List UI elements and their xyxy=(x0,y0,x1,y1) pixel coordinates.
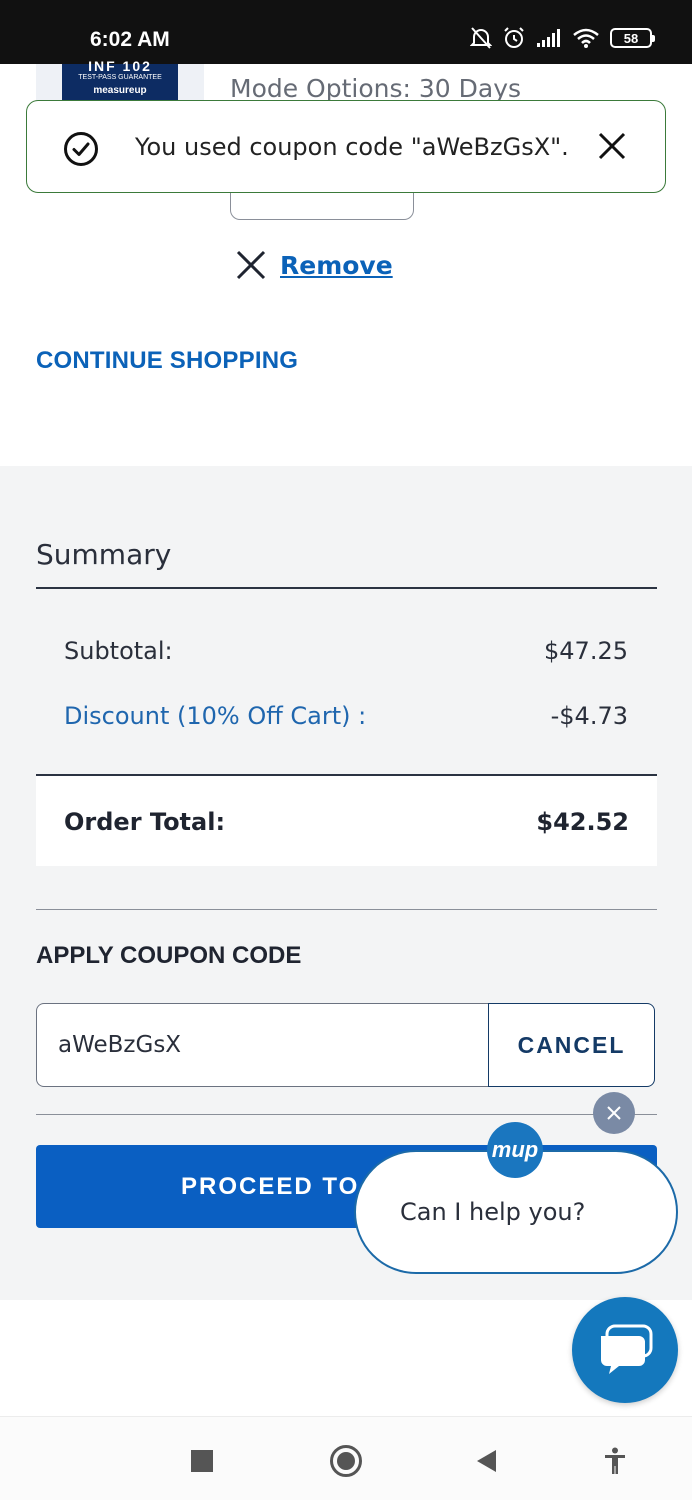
order-total-value: $42.52 xyxy=(536,808,629,836)
remove-item-row[interactable]: Remove xyxy=(236,250,393,280)
toast-message: You used coupon code "aWeBzGsX". xyxy=(135,133,569,161)
discount-value: -$4.73 xyxy=(550,702,628,730)
coupon-toast: You used coupon code "aWeBzGsX". xyxy=(26,100,666,193)
product-thumbnail: INF 102 TEST-PASS GUARANTEE measureup xyxy=(36,58,204,104)
chat-logo: mup xyxy=(487,1122,543,1178)
accessibility-button[interactable] xyxy=(597,1443,633,1479)
battery-level: 58 xyxy=(623,30,639,46)
chat-dismiss-button[interactable] xyxy=(593,1092,635,1134)
close-icon[interactable] xyxy=(597,131,627,161)
chat-launcher-button[interactable] xyxy=(572,1297,678,1403)
close-icon xyxy=(607,1106,621,1120)
summary-title: Summary xyxy=(36,538,172,571)
check-circle-icon xyxy=(64,132,98,166)
accessibility-icon xyxy=(605,1447,625,1474)
back-triangle-icon xyxy=(477,1450,496,1472)
chat-bubble-icon xyxy=(601,1324,653,1374)
back-button[interactable] xyxy=(469,1443,505,1479)
cancel-coupon-button[interactable]: CANCEL xyxy=(488,1003,655,1087)
bell-off-icon xyxy=(470,27,492,49)
remove-link[interactable]: Remove xyxy=(280,251,393,280)
order-total-box: Order Total: $42.52 xyxy=(36,776,657,866)
status-icons: 58 xyxy=(470,26,655,50)
product-mode-options: Mode Options: 30 Days xyxy=(230,74,522,103)
status-bar: 6:02 AM 58 xyxy=(0,0,692,64)
subtotal-value: $47.25 xyxy=(544,637,628,665)
subtotal-label: Subtotal: xyxy=(64,637,173,665)
square-icon xyxy=(191,1450,213,1472)
signal-icon xyxy=(537,29,560,47)
checkout-divider xyxy=(36,1114,657,1115)
wifi-icon xyxy=(573,28,599,48)
system-nav-bar xyxy=(0,1416,692,1500)
coupon-code-input[interactable] xyxy=(36,1003,490,1087)
alarm-icon xyxy=(504,27,524,48)
coupon-heading: APPLY COUPON CODE xyxy=(36,942,302,969)
coupon-divider xyxy=(36,909,657,910)
chat-prompt-text: Can I help you? xyxy=(400,1198,586,1226)
continue-shopping-link[interactable]: CONTINUE SHOPPING xyxy=(36,347,298,375)
thumb-subtitle: TEST-PASS GUARANTEE xyxy=(78,74,162,81)
status-time: 6:02 AM xyxy=(90,28,170,51)
summary-divider xyxy=(36,587,657,589)
thumb-brand: measureup xyxy=(93,85,147,96)
remove-x-icon[interactable] xyxy=(236,250,266,280)
battery-icon: 58 xyxy=(610,28,655,48)
product-thumbnail-image: INF 102 TEST-PASS GUARANTEE measureup xyxy=(62,58,178,104)
recents-button[interactable] xyxy=(184,1443,220,1479)
home-circle-icon xyxy=(330,1445,362,1477)
thumb-title: INF 102 xyxy=(88,58,152,74)
home-button[interactable] xyxy=(328,1443,364,1479)
order-total-label: Order Total: xyxy=(64,808,226,836)
discount-label: Discount (10% Off Cart) : xyxy=(64,702,367,730)
